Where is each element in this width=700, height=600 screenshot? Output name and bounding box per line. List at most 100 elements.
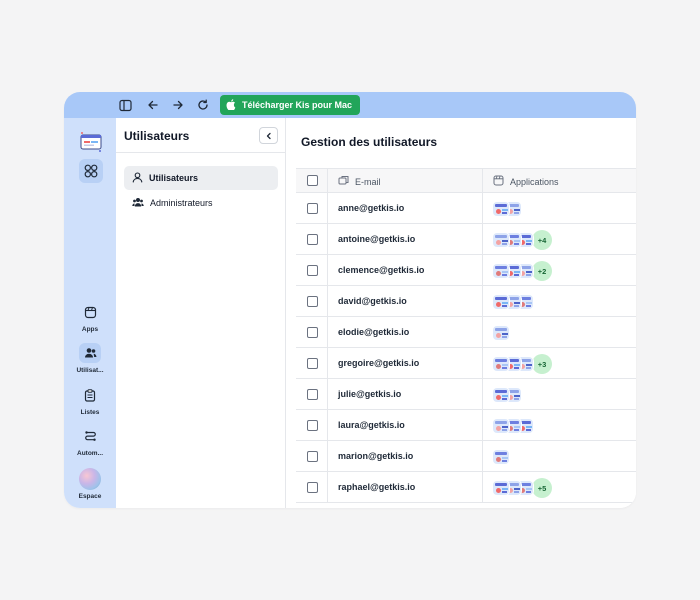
table-row[interactable]: marion@getkis.io (296, 441, 636, 472)
column-header-email[interactable]: E-mail (338, 175, 381, 188)
admins-icon (132, 197, 144, 210)
nav-item-label: Administrateurs (150, 198, 213, 208)
table-row[interactable]: anne@getkis.io (296, 193, 636, 224)
select-all-checkbox[interactable] (307, 175, 318, 186)
users-panel: Utilisateurs Utilisateurs Administrateur… (116, 118, 286, 508)
more-apps-badge[interactable]: +5 (532, 478, 552, 498)
user-apps[interactable] (492, 199, 522, 219)
user-email[interactable]: julie@getkis.io (338, 389, 401, 399)
rail-item-users[interactable]: Utilisat... (64, 343, 116, 374)
app-thumbnail-icon (492, 232, 510, 248)
divider (116, 152, 286, 153)
arrow-right-icon[interactable] (170, 97, 186, 113)
workspace-avatar-icon (79, 468, 101, 490)
download-mac-label: Télécharger Kis pour Mac (242, 100, 353, 110)
user-email[interactable]: laura@getkis.io (338, 420, 405, 430)
user-apps[interactable] (492, 292, 534, 312)
table-row[interactable]: laura@getkis.io (296, 410, 636, 441)
users-icon (79, 343, 101, 363)
user-apps[interactable] (492, 385, 522, 405)
table-row[interactable]: clemence@getkis.io +2 (296, 255, 636, 286)
column-header-apps[interactable]: Applications (493, 175, 559, 188)
user-apps[interactable]: +5 (492, 478, 552, 498)
user-apps[interactable]: +4 (492, 230, 552, 250)
nav-item-admins[interactable]: Administrateurs (124, 191, 278, 215)
main-content: Gestion des utilisateurs E-mail Applicat… (286, 118, 636, 508)
workspace-grid-icon[interactable] (79, 159, 103, 183)
app-window: Télécharger Kis pour Mac Apps Utilisat..… (64, 92, 636, 508)
user-email[interactable]: david@getkis.io (338, 296, 407, 306)
more-apps-badge[interactable]: +2 (532, 261, 552, 281)
download-mac-button[interactable]: Télécharger Kis pour Mac (220, 95, 361, 115)
user-email[interactable]: raphael@getkis.io (338, 482, 415, 492)
table-header: E-mail Applications (296, 168, 636, 193)
user-apps[interactable]: +2 (492, 261, 552, 281)
app-thumbnail-icon (492, 294, 510, 310)
user-apps[interactable] (492, 416, 534, 436)
table-row[interactable]: gregoire@getkis.io +3 (296, 348, 636, 379)
row-checkbox[interactable] (307, 358, 318, 369)
rail-item-apps[interactable]: Apps (64, 302, 116, 333)
user-apps[interactable] (492, 323, 510, 343)
app-thumbnail-icon (492, 263, 510, 279)
page-title: Gestion des utilisateurs (301, 135, 438, 149)
nav-item-users[interactable]: Utilisateurs (124, 166, 278, 190)
row-checkbox[interactable] (307, 296, 318, 307)
sidebar-toggle-icon[interactable] (117, 97, 133, 113)
clipboard-icon (79, 385, 101, 405)
kis-logo-icon[interactable] (78, 130, 104, 154)
collapse-panel-button[interactable] (259, 127, 278, 144)
nav-item-label: Utilisateurs (149, 173, 199, 183)
top-toolbar: Télécharger Kis pour Mac (64, 92, 636, 118)
apps-column-icon (493, 175, 504, 188)
row-checkbox[interactable] (307, 482, 318, 493)
row-checkbox[interactable] (307, 327, 318, 338)
app-thumbnail-icon (492, 418, 510, 434)
table-row[interactable]: julie@getkis.io (296, 379, 636, 410)
rail-item-label: Autom... (77, 450, 103, 457)
row-checkbox[interactable] (307, 389, 318, 400)
table-row[interactable]: antoine@getkis.io +4 (296, 224, 636, 255)
app-thumbnail-icon (492, 387, 510, 403)
column-header-label: Applications (510, 176, 559, 187)
rail-item-workspace[interactable]: Espace (64, 468, 116, 500)
email-column-icon (338, 175, 349, 188)
user-email[interactable]: antoine@getkis.io (338, 234, 415, 244)
rail-item-automations[interactable]: Autom... (64, 426, 116, 457)
chevron-left-icon (265, 127, 273, 145)
user-apps[interactable] (492, 447, 510, 467)
rail-item-lists[interactable]: Listes (64, 385, 116, 416)
row-checkbox[interactable] (307, 451, 318, 462)
user-email[interactable]: anne@getkis.io (338, 203, 404, 213)
row-checkbox[interactable] (307, 234, 318, 245)
rail-item-label: Apps (81, 326, 99, 333)
apple-icon (226, 98, 236, 112)
app-rail: Apps Utilisat... Listes Autom... Espace (64, 118, 116, 508)
automation-icon (79, 426, 101, 446)
row-checkbox[interactable] (307, 203, 318, 214)
row-checkbox[interactable] (307, 265, 318, 276)
apps-icon (79, 302, 101, 322)
table-row[interactable]: david@getkis.io (296, 286, 636, 317)
users-table: E-mail Applications anne@getkis.io antoin… (296, 168, 636, 503)
panel-title: Utilisateurs (124, 129, 190, 143)
user-email[interactable]: gregoire@getkis.io (338, 358, 419, 368)
app-thumbnail-icon (492, 325, 510, 341)
rail-item-label: Espace (78, 493, 102, 500)
arrow-left-icon[interactable] (145, 97, 161, 113)
more-apps-badge[interactable]: +4 (532, 230, 552, 250)
more-apps-badge[interactable]: +3 (532, 354, 552, 374)
table-row[interactable]: elodie@getkis.io (296, 317, 636, 348)
user-apps[interactable]: +3 (492, 354, 552, 374)
user-icon (132, 171, 143, 185)
user-email[interactable]: clemence@getkis.io (338, 265, 424, 275)
table-row[interactable]: raphael@getkis.io +5 (296, 472, 636, 503)
app-thumbnail-icon (492, 201, 510, 217)
user-email[interactable]: marion@getkis.io (338, 451, 413, 461)
app-thumbnail-icon (492, 449, 510, 465)
app-thumbnail-icon (492, 356, 510, 372)
row-checkbox[interactable] (307, 420, 318, 431)
rail-item-label: Utilisat... (76, 367, 104, 374)
refresh-icon[interactable] (195, 97, 211, 113)
user-email[interactable]: elodie@getkis.io (338, 327, 409, 337)
